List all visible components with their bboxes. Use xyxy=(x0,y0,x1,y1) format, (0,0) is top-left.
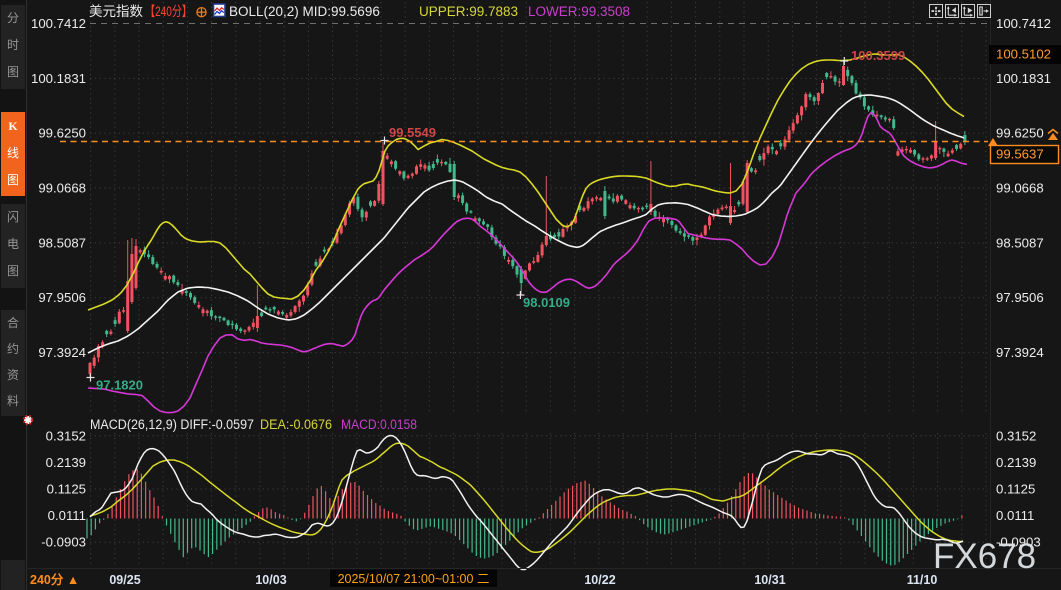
svg-text:【240分】: 【240分】 xyxy=(145,4,192,19)
svg-text:0.2139: 0.2139 xyxy=(46,455,86,470)
svg-text:0.0111: 0.0111 xyxy=(48,508,86,523)
svg-text:99.0668: 99.0668 xyxy=(38,181,86,196)
svg-text:约: 约 xyxy=(7,341,19,356)
svg-text:98.5087: 98.5087 xyxy=(996,235,1044,250)
svg-text:100.7412: 100.7412 xyxy=(31,16,86,31)
svg-text:分: 分 xyxy=(7,11,19,25)
svg-text:图: 图 xyxy=(7,173,19,187)
svg-text:美元指数: 美元指数 xyxy=(89,4,143,19)
svg-text:97.3924: 97.3924 xyxy=(38,345,86,360)
svg-text:FX678: FX678 xyxy=(933,537,1036,576)
svg-text:合: 合 xyxy=(7,315,19,330)
svg-text:98.5087: 98.5087 xyxy=(38,235,86,250)
svg-text:线: 线 xyxy=(7,146,19,160)
svg-text:时: 时 xyxy=(7,38,19,52)
svg-text:BOLL(20,2) MID:99.5696: BOLL(20,2) MID:99.5696 xyxy=(229,4,380,19)
svg-text:LOWER:99.3508: LOWER:99.3508 xyxy=(528,4,630,19)
svg-text:0.1125: 0.1125 xyxy=(996,482,1035,497)
svg-text:09/25: 09/25 xyxy=(109,573,140,587)
svg-text:99.5549: 99.5549 xyxy=(389,125,436,140)
svg-text:MACD:0.0158: MACD:0.0158 xyxy=(341,417,417,432)
svg-text:0.2139: 0.2139 xyxy=(996,455,1036,470)
svg-text:100.1831: 100.1831 xyxy=(31,71,86,86)
svg-text:资: 资 xyxy=(7,368,19,382)
svg-text:100.3599: 100.3599 xyxy=(851,48,905,63)
svg-text:图: 图 xyxy=(7,65,19,79)
svg-text:UPPER:99.7883: UPPER:99.7883 xyxy=(419,4,518,19)
svg-text:2025/10/07 21:00~01:00 二: 2025/10/07 21:00~01:00 二 xyxy=(338,572,490,586)
svg-text:MACD(26,12,9) DIFF:-0.0597: MACD(26,12,9) DIFF:-0.0597 xyxy=(90,417,254,432)
svg-text:料: 料 xyxy=(7,394,19,408)
svg-text:100.5102: 100.5102 xyxy=(996,47,1051,62)
svg-text:0.3152: 0.3152 xyxy=(996,428,1036,443)
svg-text:K: K xyxy=(8,119,18,133)
svg-text:10/31: 10/31 xyxy=(754,573,785,587)
svg-text:电: 电 xyxy=(7,237,19,251)
svg-text:97.1820: 97.1820 xyxy=(96,378,143,393)
svg-text:闪: 闪 xyxy=(7,210,19,224)
svg-text:97.9506: 97.9506 xyxy=(38,290,86,305)
svg-text:99.0668: 99.0668 xyxy=(996,181,1044,196)
svg-text:97.9506: 97.9506 xyxy=(996,290,1044,305)
svg-text:0.3152: 0.3152 xyxy=(46,428,86,443)
svg-text:100.1831: 100.1831 xyxy=(996,71,1051,86)
svg-text:10/03: 10/03 xyxy=(255,573,286,587)
svg-text:97.3924: 97.3924 xyxy=(996,345,1044,360)
svg-text:10/22: 10/22 xyxy=(584,573,615,587)
svg-text:99.6250: 99.6250 xyxy=(996,126,1044,141)
svg-text:240分 ▲: 240分 ▲ xyxy=(30,572,79,587)
svg-text:99.6250: 99.6250 xyxy=(38,126,86,141)
svg-text:-0.0903: -0.0903 xyxy=(41,535,86,550)
svg-text:图: 图 xyxy=(7,264,19,278)
svg-text:99.5637: 99.5637 xyxy=(996,147,1044,162)
svg-text:0.0111: 0.0111 xyxy=(996,508,1034,523)
svg-text:100.7412: 100.7412 xyxy=(996,16,1051,31)
svg-text:98.0109: 98.0109 xyxy=(523,295,570,310)
svg-text:0.1125: 0.1125 xyxy=(47,482,86,497)
svg-text:DEA:-0.0676: DEA:-0.0676 xyxy=(260,417,332,432)
